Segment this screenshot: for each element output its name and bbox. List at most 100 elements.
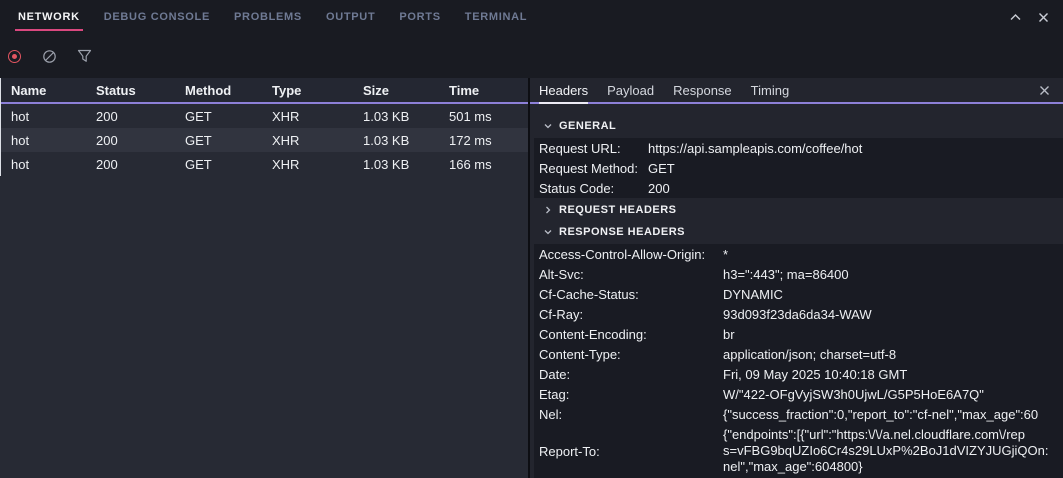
kv-value: 93d093f23da6da34-WAW <box>723 307 1063 322</box>
col-header-method[interactable]: Method <box>185 83 272 98</box>
close-icon[interactable] <box>1038 12 1049 23</box>
chevron-up-icon[interactable] <box>1009 12 1022 22</box>
kv-key: Request URL: <box>539 141 648 156</box>
kv-value: W/"422-OFgVyjSW3h0UjwL/G5P5HoE6A7Q" <box>723 387 1063 402</box>
table-row[interactable]: hot 200 GET XHR 1.03 KB 501 ms <box>1 104 528 128</box>
cell-method: GET <box>185 157 272 172</box>
section-general[interactable]: GENERAL <box>530 116 1063 136</box>
kv-value: h3=":443"; ma=86400 <box>723 267 1063 282</box>
kv-row-nel: Nel: {"success_fraction":0,"report_to":"… <box>534 404 1063 424</box>
response-headers-block: Access-Control-Allow-Origin: * Alt-Svc: … <box>534 244 1063 478</box>
cell-status: 200 <box>96 109 185 124</box>
cell-time: 501 ms <box>449 109 528 124</box>
cell-size: 1.03 KB <box>363 157 449 172</box>
kv-value: DYNAMIC <box>723 287 1063 302</box>
request-details-pane: Headers Payload Response Timing GENERAL … <box>530 78 1063 478</box>
section-response-headers[interactable]: RESPONSE HEADERS <box>530 223 1063 241</box>
kv-key: Report-To: <box>539 444 723 459</box>
section-request-headers[interactable]: REQUEST HEADERS <box>530 201 1063 219</box>
tab-headers[interactable]: Headers <box>539 78 588 102</box>
filter-icon[interactable] <box>77 49 92 64</box>
kv-value: https://api.sampleapis.com/coffee/hot <box>648 141 1063 156</box>
kv-row-cf-ray: Cf-Ray: 93d093f23da6da34-WAW <box>534 304 1063 324</box>
kv-row-content-encoding: Content-Encoding: br <box>534 324 1063 344</box>
kv-value: Fri, 09 May 2025 10:40:18 GMT <box>723 367 1063 382</box>
cell-size: 1.03 KB <box>363 109 449 124</box>
cell-name: hot <box>11 157 96 172</box>
col-header-name[interactable]: Name <box>11 83 96 98</box>
section-title: GENERAL <box>559 120 616 132</box>
kv-value: {"success_fraction":0,"report_to":"cf-ne… <box>723 407 1063 422</box>
col-header-size[interactable]: Size <box>363 83 449 98</box>
kv-key: Cf-Cache-Status: <box>539 287 723 302</box>
tab-output[interactable]: OUTPUT <box>326 0 375 34</box>
details-tab-bar: Headers Payload Response Timing <box>530 78 1063 104</box>
kv-row-request-method: Request Method: GET <box>534 158 1063 178</box>
tab-problems[interactable]: PROBLEMS <box>234 0 302 34</box>
section-title: RESPONSE HEADERS <box>559 226 685 238</box>
table-row[interactable]: hot 200 GET XHR 1.03 KB 166 ms <box>1 152 528 176</box>
kv-row-alt-svc: Alt-Svc: h3=":443"; ma=86400 <box>534 264 1063 284</box>
cell-time: 166 ms <box>449 157 528 172</box>
kv-key: Content-Type: <box>539 347 723 362</box>
cell-status: 200 <box>96 133 185 148</box>
kv-key: Cf-Ray: <box>539 307 723 322</box>
kv-key: Etag: <box>539 387 723 402</box>
kv-value: * <box>723 247 1063 262</box>
col-header-time[interactable]: Time <box>449 83 528 98</box>
kv-key: Alt-Svc: <box>539 267 723 282</box>
kv-value: {"endpoints":[{"url":"https:\/\/a.nel.cl… <box>723 427 1063 475</box>
cell-type: XHR <box>272 157 363 172</box>
col-header-status[interactable]: Status <box>96 83 185 98</box>
cell-type: XHR <box>272 109 363 124</box>
kv-row-content-type: Content-Type: application/json; charset=… <box>534 344 1063 364</box>
kv-key: Nel: <box>539 407 723 422</box>
tab-payload[interactable]: Payload <box>607 78 654 102</box>
general-block: Request URL: https://api.sampleapis.com/… <box>534 138 1063 198</box>
col-header-type[interactable]: Type <box>272 83 363 98</box>
kv-key: Content-Encoding: <box>539 327 723 342</box>
kv-row-request-url: Request URL: https://api.sampleapis.com/… <box>534 138 1063 158</box>
cell-status: 200 <box>96 157 185 172</box>
kv-key: Request Method: <box>539 161 648 176</box>
chevron-down-icon <box>543 227 553 237</box>
kv-row-access-control-allow-origin: Access-Control-Allow-Origin: * <box>534 244 1063 264</box>
kv-row-status-code: Status Code: 200 <box>534 178 1063 198</box>
clear-icon[interactable] <box>42 49 57 64</box>
cell-type: XHR <box>272 133 363 148</box>
cell-name: hot <box>11 109 96 124</box>
panel-tabs: NETWORK DEBUG CONSOLE PROBLEMS OUTPUT PO… <box>18 0 1009 34</box>
kv-key: Status Code: <box>539 181 648 196</box>
kv-row-report-to: Report-To: {"endpoints":[{"url":"https:\… <box>534 424 1063 478</box>
panel-tab-bar: NETWORK DEBUG CONSOLE PROBLEMS OUTPUT PO… <box>0 0 1063 34</box>
requests-table-header: Name Status Method Type Size Time <box>1 78 528 104</box>
tab-terminal[interactable]: TERMINAL <box>465 0 527 34</box>
section-title: REQUEST HEADERS <box>559 204 677 216</box>
tab-timing[interactable]: Timing <box>751 78 790 102</box>
tab-network[interactable]: NETWORK <box>18 0 80 34</box>
cell-method: GET <box>185 109 272 124</box>
tab-response[interactable]: Response <box>673 78 732 102</box>
kv-value: application/json; charset=utf-8 <box>723 347 1063 362</box>
table-row[interactable]: hot 200 GET XHR 1.03 KB 172 ms <box>1 128 528 152</box>
panel-window-controls <box>1009 0 1049 34</box>
devtools-network-panel: NETWORK DEBUG CONSOLE PROBLEMS OUTPUT PO… <box>0 0 1063 478</box>
record-icon[interactable] <box>7 49 22 64</box>
kv-value: 200 <box>648 181 1063 196</box>
kv-row-date: Date: Fri, 09 May 2025 10:40:18 GMT <box>534 364 1063 384</box>
kv-row-cf-cache-status: Cf-Cache-Status: DYNAMIC <box>534 284 1063 304</box>
requests-table: Name Status Method Type Size Time hot 20… <box>0 78 528 176</box>
kv-row-etag: Etag: W/"422-OFgVyjSW3h0UjwL/G5P5HoE6A7Q… <box>534 384 1063 404</box>
requests-pane: Name Status Method Type Size Time hot 20… <box>0 78 530 478</box>
tab-ports[interactable]: PORTS <box>399 0 440 34</box>
tab-debug-console[interactable]: DEBUG CONSOLE <box>104 0 210 34</box>
network-toolbar <box>0 34 1063 78</box>
kv-value: br <box>723 327 1063 342</box>
kv-value: GET <box>648 161 1063 176</box>
chevron-right-icon <box>543 205 553 215</box>
details-close-icon[interactable] <box>1039 85 1050 96</box>
kv-key: Date: <box>539 367 723 382</box>
cell-name: hot <box>11 133 96 148</box>
cell-method: GET <box>185 133 272 148</box>
network-main-area: Name Status Method Type Size Time hot 20… <box>0 78 1063 478</box>
